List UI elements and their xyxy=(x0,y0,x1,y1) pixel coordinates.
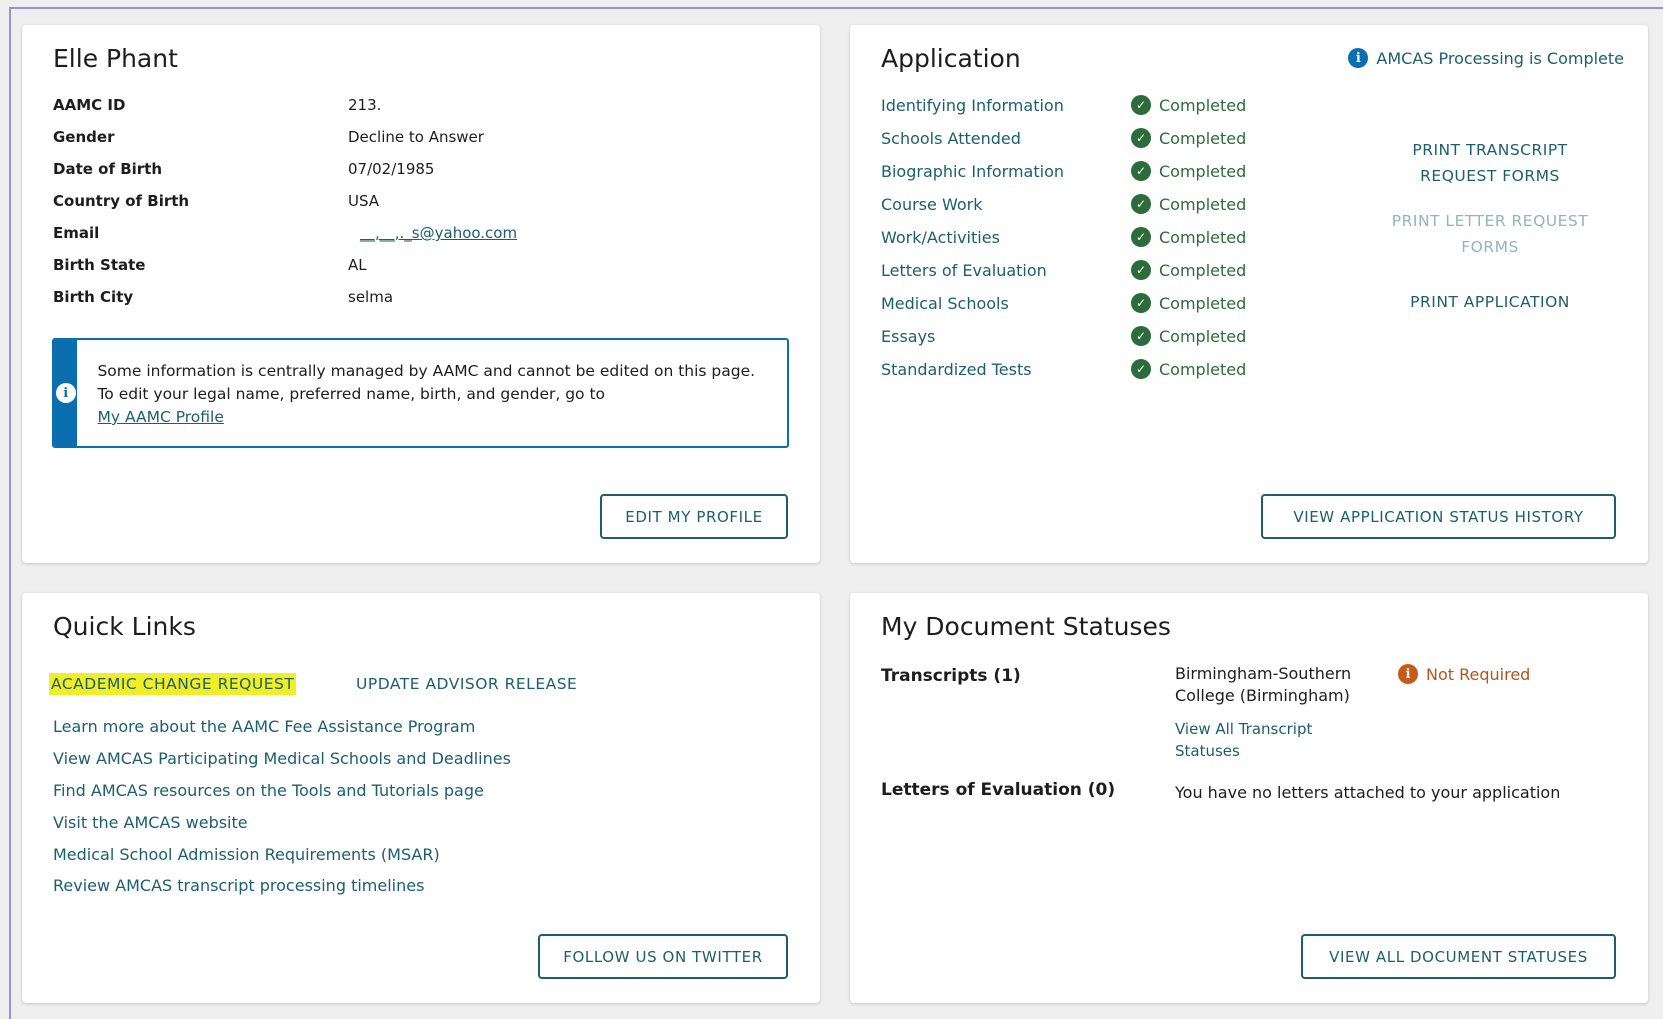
section-status: Completed xyxy=(1159,359,1247,379)
quick-link[interactable]: Visit the AMCAS website xyxy=(53,813,248,832)
field-value: 07/02/1985 xyxy=(348,160,435,178)
notice-bar: i xyxy=(54,340,78,446)
field-value: Decline to Answer xyxy=(348,128,484,146)
check-circle-icon: ✓ xyxy=(1131,227,1151,247)
quick-link[interactable]: View AMCAS Participating Medical Schools… xyxy=(53,749,511,768)
transcript-status: i Not Required xyxy=(1398,664,1530,684)
section-row: Work/Activities ✓ Completed xyxy=(881,227,1246,247)
section-link[interactable]: Work/Activities xyxy=(881,228,1131,247)
info-notice: i Some information is centrally managed … xyxy=(52,338,789,448)
letters-empty-text: You have no letters attached to your app… xyxy=(1175,783,1561,802)
school-name: Birmingham-Southern College (Birmingham) xyxy=(1175,664,1352,705)
edit-profile-button[interactable]: EDIT MY PROFILE xyxy=(600,494,788,539)
section-status: Completed xyxy=(1159,161,1247,181)
section-row: Medical Schools ✓ Completed xyxy=(881,293,1246,313)
my-aamc-profile-link[interactable]: My AAMC Profile xyxy=(97,408,223,426)
profile-row-dob: Date of Birth 07/02/1985 xyxy=(53,160,434,178)
view-all-documents-button[interactable]: VIEW ALL DOCUMENT STATUSES xyxy=(1301,934,1616,979)
field-label: Birth City xyxy=(53,288,134,306)
print-application-link[interactable]: PRINT APPLICATION xyxy=(1380,289,1600,315)
field-label: Country of Birth xyxy=(53,192,190,210)
check-circle-icon: ✓ xyxy=(1131,326,1151,346)
section-row: Standardized Tests ✓ Completed xyxy=(881,359,1246,379)
profile-card: Elle Phant AAMC ID 213. Gender Decline t… xyxy=(22,25,820,563)
field-value: 213. xyxy=(348,96,382,114)
check-circle-icon: ✓ xyxy=(1131,161,1151,181)
processing-status-text: AMCAS Processing is Complete xyxy=(1376,48,1624,68)
application-title: Application xyxy=(881,44,1021,73)
academic-change-request-link[interactable]: ACADEMIC CHANGE REQUEST xyxy=(49,673,297,695)
warning-icon: i xyxy=(1398,664,1418,684)
profile-row-country: Country of Birth USA xyxy=(53,192,379,210)
section-status: Completed xyxy=(1159,260,1247,280)
profile-row-email: Email __,__,._s@yahoo.com xyxy=(53,224,517,242)
field-value: USA xyxy=(348,192,380,210)
view-status-history-button[interactable]: VIEW APPLICATION STATUS HISTORY xyxy=(1261,494,1616,539)
print-letter-request-link: PRINT LETTER REQUEST FORMS xyxy=(1391,212,1589,256)
quick-link[interactable]: Review AMCAS transcript processing timel… xyxy=(53,876,424,895)
field-label: Gender xyxy=(53,128,115,146)
check-circle-icon: ✓ xyxy=(1131,128,1151,148)
section-link[interactable]: Medical Schools xyxy=(881,294,1131,313)
profile-row-birth-state: Birth State AL xyxy=(53,256,367,274)
profile-row-aamc-id: AAMC ID 213. xyxy=(53,96,381,114)
section-status: Completed xyxy=(1159,194,1247,214)
follow-twitter-button[interactable]: FOLLOW US ON TWITTER xyxy=(538,934,788,979)
section-row: Identifying Information ✓ Completed xyxy=(881,95,1246,115)
info-icon: i xyxy=(55,383,76,403)
check-circle-icon: ✓ xyxy=(1131,260,1151,280)
quick-link[interactable]: Medical School Admission Requirements (M… xyxy=(53,845,440,864)
profile-row-birth-city: Birth City selma xyxy=(53,288,393,306)
email-link[interactable]: __,__,._s@yahoo.com xyxy=(360,224,517,242)
quick-links-title: Quick Links xyxy=(53,612,196,641)
section-status: Completed xyxy=(1159,293,1247,313)
application-card: Application i AMCAS Processing is Comple… xyxy=(850,25,1648,563)
field-label: Date of Birth xyxy=(53,160,163,178)
transcripts-label: Transcripts (1) xyxy=(881,666,1021,686)
field-value: __,__,._s@yahoo.com xyxy=(348,224,517,242)
section-row: Letters of Evaluation ✓ Completed xyxy=(881,260,1246,280)
section-row: Schools Attended ✓ Completed xyxy=(881,128,1246,148)
quick-link[interactable]: Find AMCAS resources on the Tools and Tu… xyxy=(53,781,484,800)
quick-links-card: Quick Links ACADEMIC CHANGE REQUEST UPDA… xyxy=(22,593,820,1003)
check-circle-icon: ✓ xyxy=(1131,293,1151,313)
letters-label: Letters of Evaluation (0) xyxy=(881,780,1116,800)
transcript-status-text: Not Required xyxy=(1426,664,1531,684)
section-link[interactable]: Standardized Tests xyxy=(881,360,1131,379)
quick-link[interactable]: Learn more about the AAMC Fee Assistance… xyxy=(53,717,475,736)
field-label: Email xyxy=(53,224,100,242)
section-link[interactable]: Identifying Information xyxy=(881,96,1131,115)
section-status: Completed xyxy=(1159,95,1247,115)
notice-text: Some information is centrally managed by… xyxy=(77,340,787,446)
section-status: Completed xyxy=(1159,326,1247,346)
view-all-transcripts-link[interactable]: View All Transcript Statuses xyxy=(1175,718,1355,762)
profile-name: Elle Phant xyxy=(53,44,178,73)
document-statuses-title: My Document Statuses xyxy=(881,612,1171,641)
field-label: Birth State xyxy=(53,256,146,274)
document-statuses-card: My Document Statuses Transcripts (1) Bir… xyxy=(850,593,1648,1003)
section-row: Course Work ✓ Completed xyxy=(881,194,1246,214)
section-link[interactable]: Schools Attended xyxy=(881,129,1131,148)
processing-status: i AMCAS Processing is Complete xyxy=(1348,48,1624,68)
field-value: AL xyxy=(348,256,367,274)
section-link[interactable]: Essays xyxy=(881,327,1131,346)
section-link[interactable]: Course Work xyxy=(881,195,1131,214)
section-status: Completed xyxy=(1159,128,1247,148)
field-label: AAMC ID xyxy=(53,96,126,114)
check-circle-icon: ✓ xyxy=(1131,359,1151,379)
section-link[interactable]: Biographic Information xyxy=(881,162,1131,181)
check-circle-icon: ✓ xyxy=(1131,95,1151,115)
update-advisor-release-link[interactable]: UPDATE ADVISOR RELEASE xyxy=(356,675,577,693)
check-circle-icon: ✓ xyxy=(1131,194,1151,214)
notice-message: Some information is centrally managed by… xyxy=(97,362,756,403)
info-icon: i xyxy=(1348,48,1369,68)
section-status: Completed xyxy=(1159,227,1247,247)
field-value: selma xyxy=(348,288,394,306)
print-transcript-request-link[interactable]: PRINT TRANSCRIPT REQUEST FORMS xyxy=(1380,137,1600,189)
academic-change-request-label: ACADEMIC CHANGE REQUEST xyxy=(49,673,297,695)
section-row: Essays ✓ Completed xyxy=(881,326,1246,346)
profile-row-gender: Gender Decline to Answer xyxy=(53,128,484,146)
section-row: Biographic Information ✓ Completed xyxy=(881,161,1246,181)
section-link[interactable]: Letters of Evaluation xyxy=(881,261,1131,280)
